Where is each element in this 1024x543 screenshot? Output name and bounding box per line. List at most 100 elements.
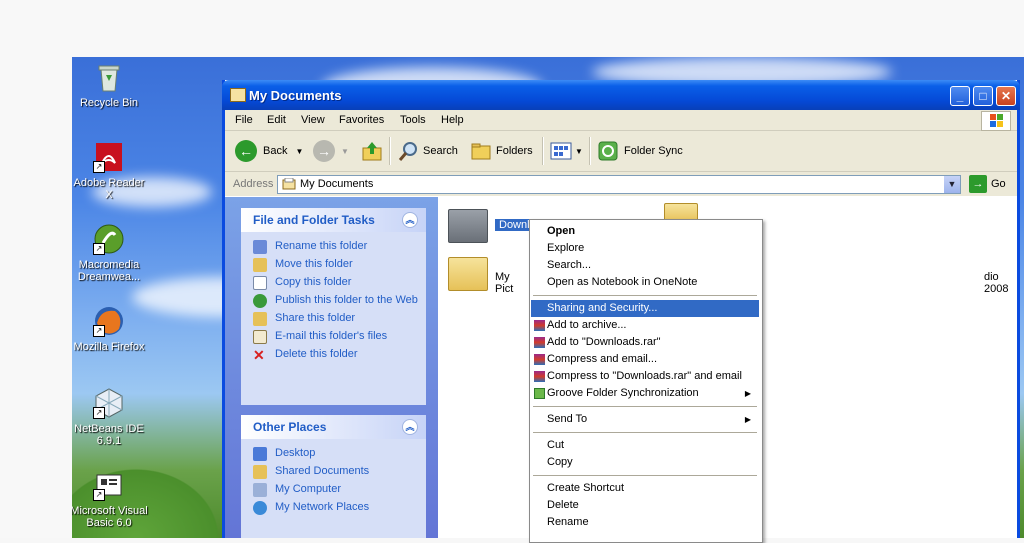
ctx-open-onenote[interactable]: Open as Notebook in OneNote [531, 274, 759, 291]
netbeans-icon: ↗ [93, 387, 125, 419]
collapse-icon[interactable]: ︽ [402, 212, 418, 228]
back-label: Back [263, 145, 288, 157]
computer-icon [253, 483, 267, 497]
search-button[interactable]: Search [397, 139, 458, 163]
ctx-send-to[interactable]: Send To ▶ [531, 411, 759, 428]
desktop-icon-label: Recycle Bin [79, 97, 139, 109]
winrar-icon [534, 337, 545, 348]
desktop-icon-label: Adobe Reader X [73, 177, 145, 201]
place-my-network[interactable]: My Network Places [241, 499, 426, 517]
go-label: Go [991, 178, 1006, 190]
windows-logo-icon [981, 111, 1011, 131]
ctx-explore[interactable]: Explore [531, 240, 759, 257]
folder-icon [448, 209, 488, 243]
ctx-sharing-security[interactable]: Sharing and Security... [531, 300, 759, 317]
ctx-search[interactable]: Search... [531, 257, 759, 274]
folder-sync-icon [598, 141, 618, 161]
task-email-files[interactable]: E-mail this folder's files [241, 328, 426, 346]
window-title: My Documents [249, 88, 342, 103]
task-move-folder[interactable]: Move this folder [241, 256, 426, 274]
address-bar: Address My Documents ▼ → Go [225, 172, 1017, 196]
ctx-create-shortcut[interactable]: Create Shortcut [531, 480, 759, 497]
email-icon [253, 330, 267, 344]
desktop-icon-visual-basic[interactable]: ↗ Microsoft Visual Basic 6.0 [72, 469, 149, 529]
task-copy-folder[interactable]: Copy this folder [241, 274, 426, 292]
folders-label: Folders [496, 145, 533, 157]
address-value: My Documents [300, 178, 374, 190]
forward-arrow-icon: → [313, 140, 335, 162]
ctx-compress-email[interactable]: Compress and email... [531, 351, 759, 368]
file-folder-tasks-panel: File and Folder Tasks ︽ Rename this fold… [241, 208, 426, 405]
visual-basic-icon: ↗ [93, 469, 125, 501]
menu-help[interactable]: Help [441, 114, 464, 126]
panel-header[interactable]: Other Places ︽ [241, 415, 426, 439]
desktop-icon-firefox[interactable]: ↗ Mozilla Firefox [72, 305, 149, 353]
ctx-copy[interactable]: Copy [531, 454, 759, 471]
panel-header[interactable]: File and Folder Tasks ︽ [241, 208, 426, 232]
folders-button[interactable]: Folders [470, 139, 533, 163]
context-menu: Open Explore Search... Open as Notebook … [529, 219, 763, 543]
place-my-computer[interactable]: My Computer [241, 481, 426, 499]
back-button[interactable]: ← Back ▼ [235, 139, 303, 163]
forward-button[interactable]: → ▼ [313, 139, 349, 163]
task-pane: File and Folder Tasks ︽ Rename this fold… [225, 197, 438, 538]
chevron-down-icon: ▼ [341, 146, 349, 156]
ctx-open[interactable]: Open [531, 223, 759, 240]
ctx-add-downloads-rar[interactable]: Add to "Downloads.rar" [531, 334, 759, 351]
copy-icon [253, 276, 267, 290]
maximize-button[interactable]: □ [973, 86, 993, 106]
menu-tools[interactable]: Tools [400, 114, 426, 126]
desktop-icon [253, 447, 267, 461]
winrar-icon [534, 371, 545, 382]
recycle-bin-icon [93, 61, 125, 93]
title-bar[interactable]: My Documents _ □ ✕ [222, 80, 1020, 110]
winrar-icon [534, 354, 545, 365]
folder-downloads[interactable]: Downlo [448, 209, 540, 243]
menu-edit[interactable]: Edit [267, 114, 286, 126]
search-label: Search [423, 145, 458, 157]
task-rename-folder[interactable]: Rename this folder [241, 238, 426, 256]
address-dropdown-button[interactable]: ▼ [944, 176, 960, 193]
views-icon [550, 142, 572, 160]
menu-file[interactable]: File [235, 114, 253, 126]
delete-x-icon: ✕ [253, 347, 265, 363]
menu-view[interactable]: View [301, 114, 325, 126]
folder-label: dio 2008 [984, 271, 1009, 295]
winrar-icon [534, 320, 545, 331]
back-arrow-icon: ← [235, 140, 257, 162]
folder-icon [230, 88, 246, 102]
desktop-icon-recycle-bin[interactable]: Recycle Bin [72, 61, 149, 109]
ctx-add-archive[interactable]: Add to archive... [531, 317, 759, 334]
panel-title: Other Places [253, 420, 327, 434]
close-button[interactable]: ✕ [996, 86, 1016, 106]
ctx-cut[interactable]: Cut [531, 437, 759, 454]
firefox-icon: ↗ [93, 305, 125, 337]
up-folder-button[interactable] [361, 139, 383, 163]
task-share-folder[interactable]: Share this folder [241, 310, 426, 328]
ctx-groove-sync[interactable]: Groove Folder Synchronization ▶ [531, 385, 759, 402]
folder-my-pictures[interactable]: My Pict [448, 257, 513, 295]
address-input[interactable]: My Documents ▼ [277, 175, 961, 194]
folder-studio-2008[interactable]: dio 2008 [984, 271, 1017, 295]
menu-favorites[interactable]: Favorites [339, 114, 384, 126]
submenu-arrow-icon: ▶ [744, 389, 751, 398]
pictures-folder-icon [448, 257, 488, 291]
ctx-delete[interactable]: Delete [531, 497, 759, 514]
ctx-compress-downloads-email[interactable]: Compress to "Downloads.rar" and email [531, 368, 759, 385]
other-places-panel: Other Places ︽ Desktop Shared Documents … [241, 415, 426, 538]
task-publish-web[interactable]: Publish this folder to the Web [241, 292, 426, 310]
desktop-icon-netbeans[interactable]: ↗ NetBeans IDE 6.9.1 [72, 387, 149, 447]
minimize-button[interactable]: _ [950, 86, 970, 106]
go-button[interactable]: → Go [969, 175, 1006, 193]
collapse-icon[interactable]: ︽ [402, 419, 418, 435]
desktop-icon-adobe-reader[interactable]: ↗ Adobe Reader X [72, 141, 149, 201]
views-button[interactable]: ▼ [550, 139, 583, 163]
panel-title: File and Folder Tasks [253, 213, 375, 227]
desktop-icon-label: Mozilla Firefox [73, 341, 145, 353]
task-delete-folder[interactable]: ✕ Delete this folder [241, 346, 426, 364]
place-desktop[interactable]: Desktop [241, 445, 426, 463]
folder-sync-button[interactable]: Folder Sync [597, 139, 683, 163]
ctx-rename[interactable]: Rename [531, 514, 759, 531]
desktop-icon-dreamweaver[interactable]: ↗ Macromedia Dreamwea... [72, 223, 149, 283]
place-shared-documents[interactable]: Shared Documents [241, 463, 426, 481]
